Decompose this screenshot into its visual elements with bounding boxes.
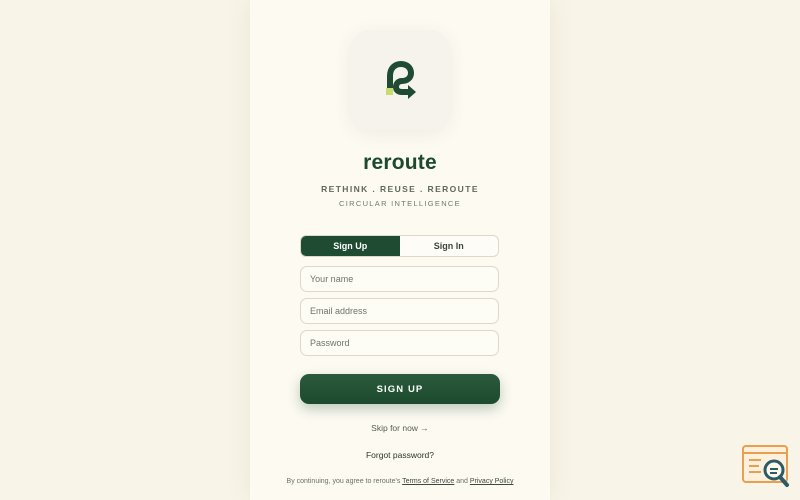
tab-sign-in[interactable]: Sign In xyxy=(400,236,499,256)
forgot-password-link[interactable]: Forgot password? xyxy=(250,450,550,460)
legal-and: and xyxy=(456,478,468,485)
email-field[interactable] xyxy=(300,298,499,324)
privacy-link[interactable]: Privacy Policy xyxy=(470,478,514,485)
name-field[interactable] xyxy=(300,266,499,292)
brand-logo xyxy=(350,30,450,130)
skip-link[interactable]: Skip for now → xyxy=(250,423,550,433)
helper-widget[interactable] xyxy=(741,444,791,490)
reroute-arrow-logo-icon xyxy=(386,61,416,99)
search-assistant-icon[interactable] xyxy=(741,444,791,490)
login-page: reroute RETHINK . REUSE . REROUTE CIRCUL… xyxy=(0,0,800,500)
password-field[interactable] xyxy=(300,330,499,356)
legal-prefix: By continuing, you agree to reroute's xyxy=(286,478,401,485)
brand-tagline: RETHINK . REUSE . REROUTE xyxy=(321,184,479,194)
auth-tabs: Sign Up Sign In xyxy=(300,235,499,257)
terms-link[interactable]: Terms of Service xyxy=(402,478,454,485)
tab-sign-up[interactable]: Sign Up xyxy=(301,236,400,256)
brand-subtitle: CIRCULAR INTELLIGENCE xyxy=(339,199,461,208)
legal-notice: By continuing, you agree to reroute's Te… xyxy=(250,478,550,485)
sign-up-button[interactable]: SIGN UP xyxy=(300,374,500,404)
brand-name: reroute xyxy=(363,151,437,174)
